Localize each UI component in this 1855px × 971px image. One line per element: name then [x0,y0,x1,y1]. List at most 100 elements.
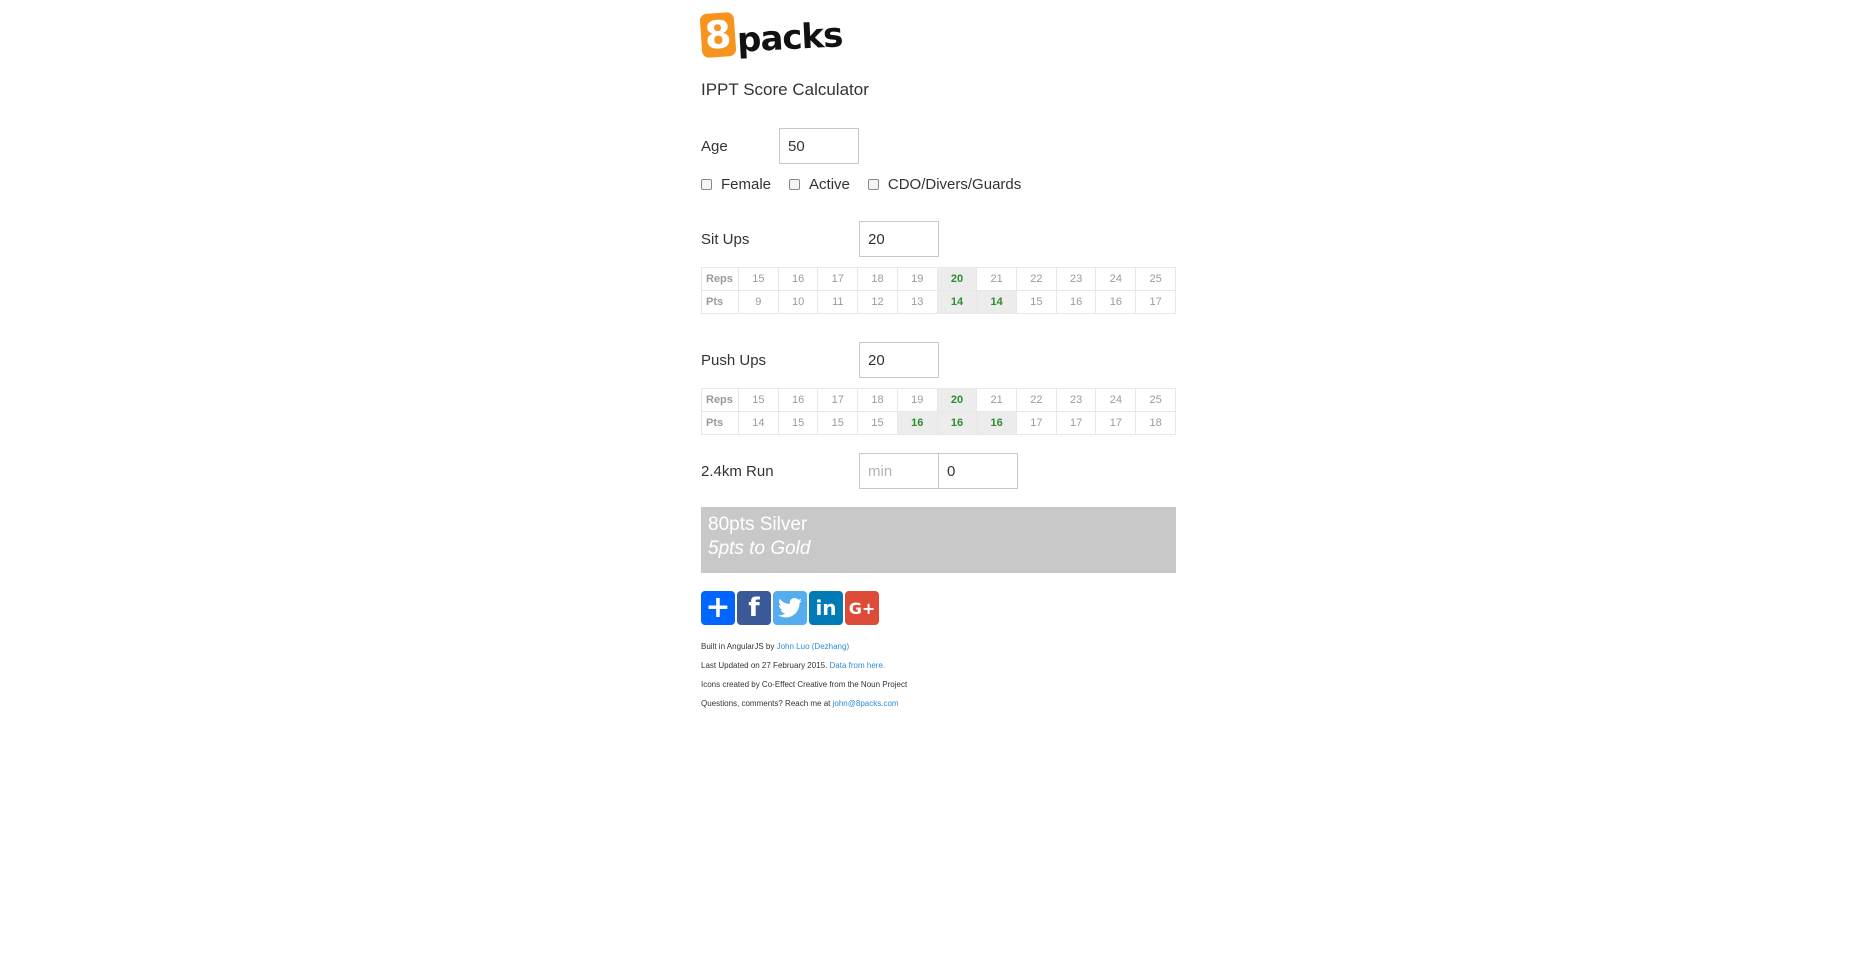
facebook-icon: f [748,593,760,623]
footer-updated-text: Last Updated on 27 February 2015. [701,661,830,670]
footer-icons-credit: Icons created by Co-Effect Creative from… [701,680,908,689]
table-cell: 16 [1095,290,1137,314]
table-cell: 17 [1095,411,1137,435]
table-cell: 19 [896,267,938,291]
logo-badge: 8 [699,11,737,59]
active-checkbox[interactable] [789,179,801,190]
footer: Built in AngularJS by John Luo (Dezhang)… [701,643,1171,708]
situps-label: Sit Ups [701,230,750,248]
reps-header: Reps [701,388,739,412]
table-cell: 16 [777,267,819,291]
table-cell: 17 [1016,411,1057,435]
twitter-icon [778,598,802,618]
table-cell-highlight: 20 [936,267,978,291]
table-cell: 21 [976,267,1018,291]
run-minutes-input[interactable] [859,453,939,489]
active-option[interactable]: Active [789,176,850,193]
age-label: Age [701,137,728,155]
table-cell: 15 [777,411,819,435]
pushups-input[interactable] [859,342,939,378]
share-add-button[interactable]: + [701,591,735,625]
cdo-checkbox[interactable] [867,179,879,190]
situps-row: Sit Ups [701,221,1171,257]
table-cell: 12 [857,290,898,314]
pts-header: Pts [701,290,739,314]
age-row: Age [701,128,1171,164]
share-linkedin-button[interactable]: in [809,591,843,625]
result-score: 80pts Silver [708,514,808,535]
table-cell: 18 [857,388,898,412]
result-next-award: 5pts to Gold [708,538,811,559]
table-cell: 13 [896,290,938,314]
table-cell: 19 [896,388,938,412]
cdo-option[interactable]: CDO/Divers/Guards [867,176,1022,193]
page-title: IPPT Score Calculator [701,80,869,99]
cdo-label: CDO/Divers/Guards [887,176,1022,193]
logo[interactable]: 8 packs [699,10,1171,61]
reps-header: Reps [701,267,739,291]
table-cell: 18 [857,267,898,291]
table-cell: 25 [1135,388,1176,412]
table-cell: 15 [1016,290,1057,314]
run-seconds-input[interactable] [938,453,1018,489]
table-row-pts: Pts 14 15 15 15 16 16 16 17 17 17 18 [701,411,1176,435]
table-cell: 25 [1135,267,1176,291]
table-cell: 22 [1016,267,1057,291]
footer-updated: Last Updated on 27 February 2015. Data f… [701,662,1171,670]
author-link[interactable]: John Luo (Dezhang) [777,642,850,651]
run-label: 2.4km Run [701,462,774,480]
pushups-score-table: Reps 15 16 17 18 19 20 21 22 23 24 25 Pt… [701,388,1176,435]
data-source-link[interactable]: Data from here. [830,661,886,670]
table-cell-highlight: 14 [976,290,1018,314]
pushups-label: Push Ups [701,351,767,369]
situps-input[interactable] [859,221,939,257]
footer-built-text: Built in AngularJS by [701,642,777,651]
options-checkboxes: Female Active CDO/Divers/Guards [701,176,1171,193]
table-cell-highlight: 16 [896,411,938,435]
page-container: 8 packs IPPT Score Calculator Age Female… [699,10,1176,719]
table-cell-highlight: 16 [936,411,978,435]
pushups-row: Push Ups [701,342,1171,378]
logo-wordmark: packs [736,15,844,61]
table-cell: 23 [1055,267,1097,291]
pts-header: Pts [701,411,739,435]
table-cell: 17 [817,267,859,291]
plus-icon: + [705,590,731,625]
table-cell: 11 [817,290,859,314]
footer-contact-text: Questions, comments? Reach me at [701,699,833,708]
table-cell: 9 [738,290,779,314]
table-cell: 18 [1135,411,1176,435]
female-label: Female [721,176,772,193]
linkedin-icon: in [815,596,837,620]
female-option[interactable]: Female [701,176,771,193]
email-link[interactable]: john@8packs.com [833,699,899,708]
table-cell: 21 [976,388,1018,412]
google-plus-icon: G+ [848,598,876,618]
active-label: Active [809,176,850,193]
footer-built: Built in AngularJS by John Luo (Dezhang) [701,643,1171,651]
share-buttons: + f in G+ [701,591,1171,625]
table-cell: 23 [1055,388,1097,412]
table-cell: 17 [1055,411,1097,435]
table-cell-highlight: 16 [976,411,1018,435]
table-cell: 15 [738,388,779,412]
table-cell: 16 [777,388,819,412]
table-cell: 17 [817,388,859,412]
age-input[interactable] [779,128,859,164]
share-googleplus-button[interactable]: G+ [845,591,879,625]
table-cell: 24 [1095,267,1137,291]
table-cell-highlight: 14 [936,290,978,314]
share-twitter-button[interactable] [773,591,807,625]
female-checkbox[interactable] [701,179,712,190]
table-cell: 14 [738,411,779,435]
situps-score-table: Reps 15 16 17 18 19 20 21 22 23 24 25 Pt… [701,267,1176,314]
table-cell: 15 [817,411,859,435]
table-cell: 24 [1095,388,1137,412]
table-row-reps: Reps 15 16 17 18 19 20 21 22 23 24 25 [701,388,1176,412]
table-cell: 16 [1055,290,1097,314]
table-row-reps: Reps 15 16 17 18 19 20 21 22 23 24 25 [701,267,1176,291]
result-panel: 80pts Silver 5pts to Gold [701,507,1176,573]
share-facebook-button[interactable]: f [737,591,771,625]
table-cell-highlight: 20 [936,388,978,412]
run-row: 2.4km Run [701,453,1171,489]
